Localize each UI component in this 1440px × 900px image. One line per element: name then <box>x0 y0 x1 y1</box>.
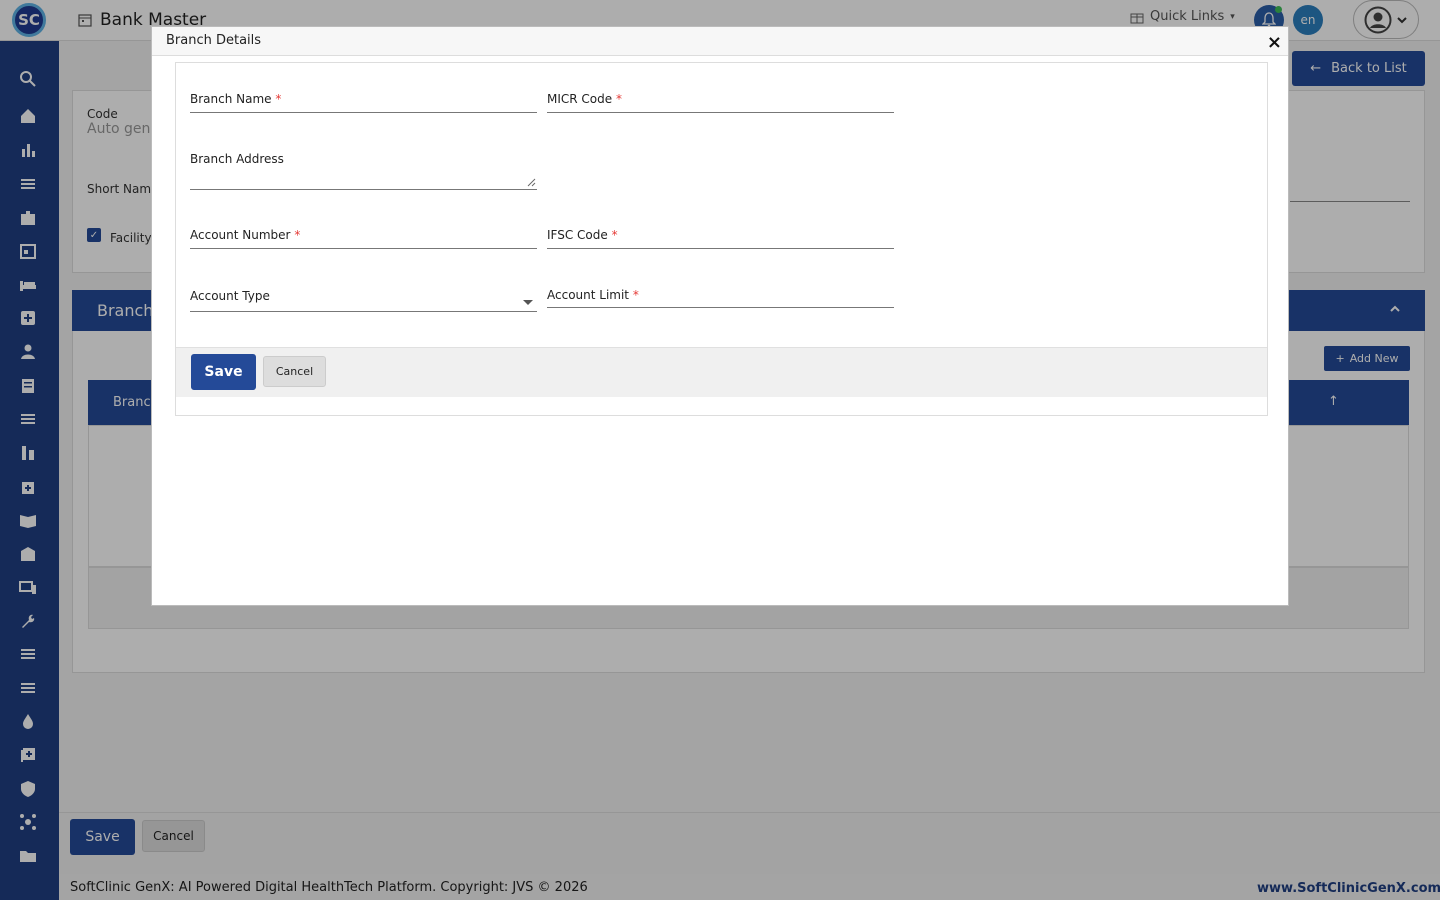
micr-code-field[interactable]: MICR Code * <box>547 89 894 113</box>
branch-details-dialog: Branch Details × Branch Name * MICR Code… <box>151 26 1289 606</box>
dialog-header: Branch Details × <box>152 27 1288 56</box>
dialog-action-bar: Save Cancel <box>176 347 1267 397</box>
account-number-label: Account Number * <box>190 228 301 242</box>
dialog-save-button[interactable]: Save <box>191 354 256 390</box>
branch-name-label: Branch Name * <box>190 92 282 106</box>
resize-handle-icon[interactable] <box>527 178 536 187</box>
account-type-label: Account Type <box>190 289 270 303</box>
branch-form: Branch Name * MICR Code * Branch Address… <box>175 62 1268 416</box>
close-icon[interactable]: × <box>1267 34 1282 52</box>
branch-address-label: Branch Address <box>190 152 284 166</box>
dialog-cancel-button[interactable]: Cancel <box>263 356 326 387</box>
account-type-select[interactable]: Account Type <box>190 285 537 312</box>
ifsc-code-field[interactable]: IFSC Code * <box>547 225 894 249</box>
dialog-title: Branch Details <box>166 33 262 48</box>
account-number-field[interactable]: Account Number * <box>190 225 537 249</box>
dropdown-arrow-icon <box>523 300 533 305</box>
branch-name-field[interactable]: Branch Name * <box>190 89 537 113</box>
ifsc-code-label: IFSC Code * <box>547 228 618 242</box>
account-limit-field[interactable]: Account Limit * <box>547 285 894 308</box>
micr-code-label: MICR Code * <box>547 92 622 106</box>
branch-address-field[interactable]: Branch Address <box>190 150 537 190</box>
account-limit-label: Account Limit * <box>547 288 639 302</box>
